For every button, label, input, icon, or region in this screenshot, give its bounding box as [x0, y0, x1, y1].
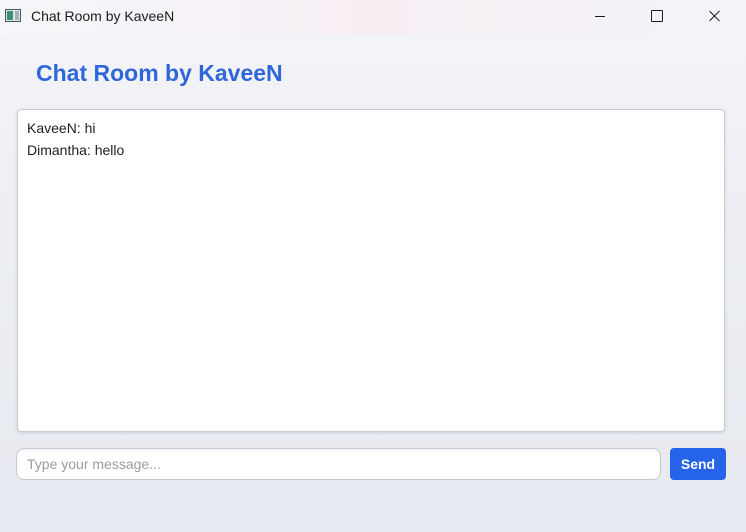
send-button[interactable]: Send: [670, 448, 726, 480]
chat-message: KaveeN: hi: [27, 120, 96, 136]
close-button[interactable]: [692, 0, 738, 32]
page-title: Chat Room by KaveeN: [36, 60, 283, 86]
window-title: Chat Room by KaveeN: [31, 8, 175, 24]
minimize-button[interactable]: [577, 0, 623, 32]
chat-messages-area[interactable]: KaveeN: hi Dimantha: hello: [17, 109, 725, 432]
title-bar[interactable]: Chat Room by KaveeN: [0, 0, 746, 34]
maximize-icon: [651, 10, 663, 22]
app-window-icon: [5, 9, 21, 22]
app-window: Chat Room by KaveeN Chat Room by KaveeN …: [0, 0, 746, 532]
message-input[interactable]: [17, 449, 660, 479]
message-input-container[interactable]: [16, 448, 661, 480]
close-icon: [709, 10, 721, 22]
maximize-button[interactable]: [634, 0, 680, 32]
chat-message: Dimantha: hello: [27, 142, 125, 158]
minimize-icon: [595, 15, 605, 17]
